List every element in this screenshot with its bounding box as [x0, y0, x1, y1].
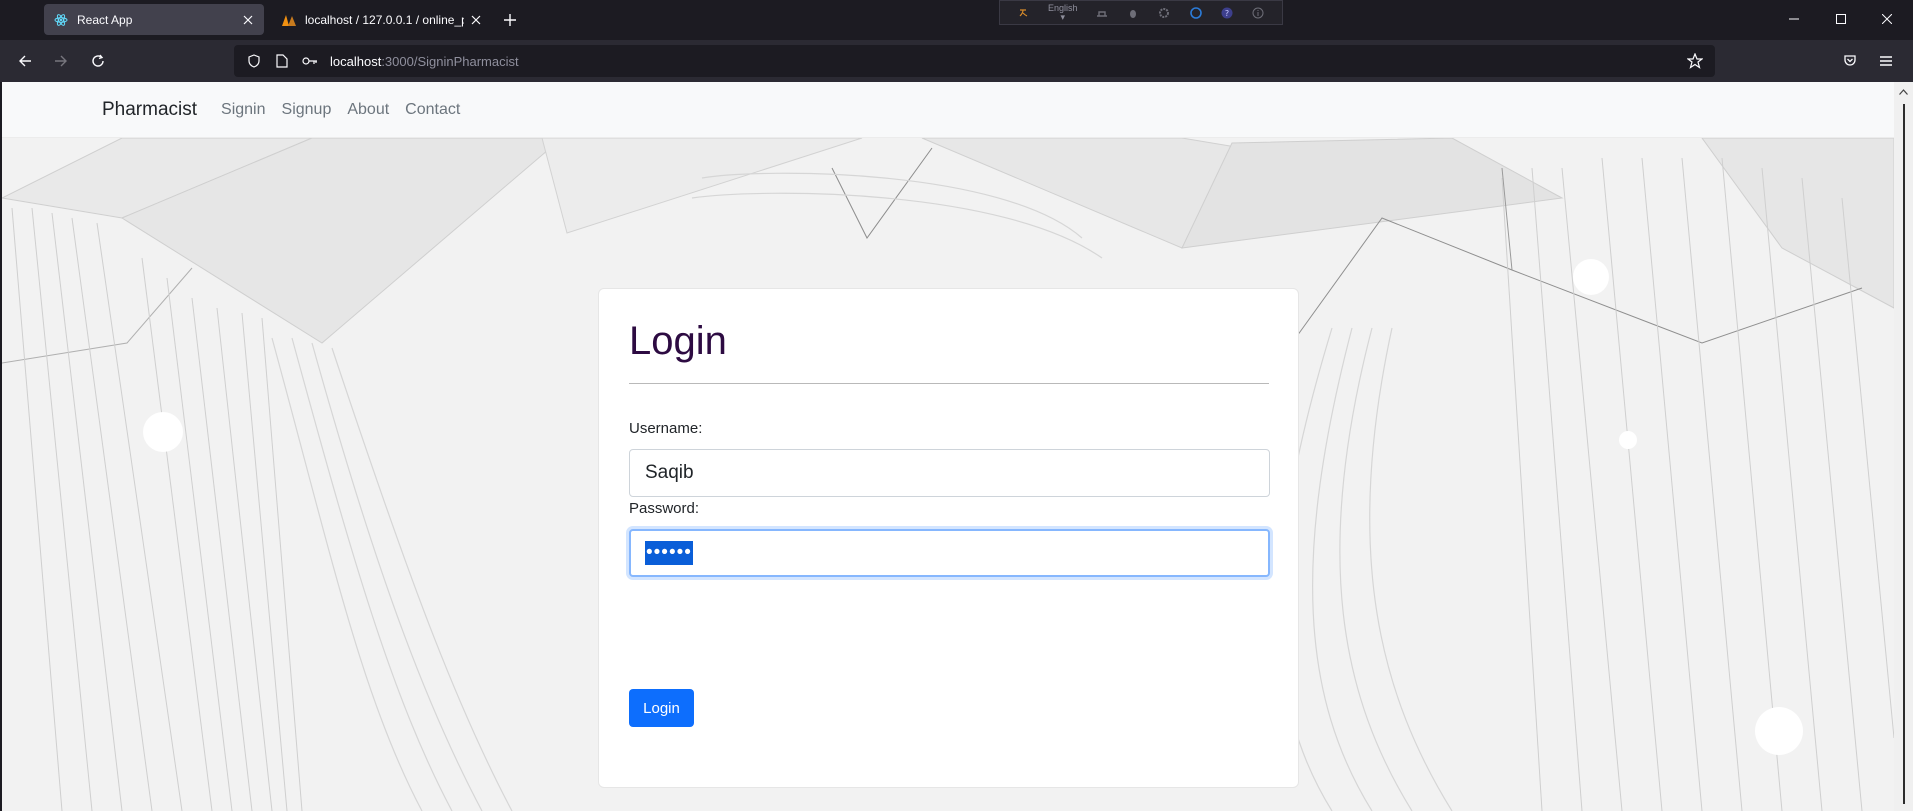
phpmyadmin-icon: [281, 12, 297, 28]
url-text: localhost:3000/SigninPharmacist: [330, 54, 519, 69]
bookmark-star-icon[interactable]: [1683, 49, 1707, 73]
login-title: Login: [629, 319, 727, 363]
nav-link-signin[interactable]: Signin: [221, 101, 265, 119]
info-icon[interactable]: [1251, 6, 1265, 20]
pocket-icon[interactable]: [1838, 49, 1862, 73]
password-label: Password:: [629, 500, 700, 517]
extension-toolbar: English ▾ ?: [999, 0, 1283, 25]
back-button[interactable]: [13, 49, 37, 73]
brand-logo[interactable]: Pharmacist: [102, 99, 197, 121]
tab-title: localhost / 127.0.0.1 / online_ph: [305, 12, 464, 27]
nav-link-about[interactable]: About: [347, 101, 389, 119]
page-viewport: Pharmacist Signin Signup About Contact L…: [2, 82, 1894, 811]
username-input[interactable]: Saqib: [629, 449, 1270, 497]
username-label: Username:: [629, 420, 703, 437]
username-value: Saqib: [645, 462, 694, 483]
url-host: localhost: [330, 53, 382, 69]
react-icon: [53, 12, 69, 28]
minimize-button[interactable]: [1771, 0, 1817, 38]
language-label: English: [1047, 2, 1078, 13]
close-tab-icon[interactable]: [464, 8, 488, 32]
key-icon[interactable]: [302, 53, 318, 69]
title-divider: [629, 383, 1269, 384]
login-card: Login Username: Saqib Password: •••••• L…: [598, 288, 1299, 788]
nav-link-contact[interactable]: Contact: [405, 101, 460, 119]
translate-icon[interactable]: [1017, 6, 1031, 20]
scrollbar-thumb[interactable]: [1903, 104, 1905, 804]
reload-button[interactable]: [86, 49, 110, 73]
bug-icon[interactable]: [1126, 6, 1140, 20]
browser-toolbar: localhost:3000/SigninPharmacist: [0, 40, 1913, 82]
password-value: ••••••: [645, 541, 693, 565]
tab-react-app[interactable]: React App: [44, 4, 264, 35]
page-icon[interactable]: [274, 53, 290, 69]
page-scrollbar[interactable]: [1894, 82, 1913, 811]
hat-icon[interactable]: [1095, 6, 1109, 20]
edge-icon[interactable]: [1189, 6, 1203, 20]
password-input[interactable]: ••••••: [629, 529, 1270, 577]
nav-link-signup[interactable]: Signup: [282, 101, 332, 119]
tab-phpmyadmin[interactable]: localhost / 127.0.0.1 / online_ph: [272, 4, 492, 35]
maximize-button[interactable]: [1818, 0, 1864, 38]
help-icon[interactable]: ?: [1220, 6, 1234, 20]
site-navbar: Pharmacist Signin Signup About Contact: [2, 82, 1894, 138]
svg-text:?: ?: [1225, 9, 1229, 18]
login-button[interactable]: Login: [629, 689, 694, 727]
new-tab-button[interactable]: [498, 8, 522, 32]
tab-title: React App: [77, 12, 133, 27]
forward-button[interactable]: [49, 49, 73, 73]
language-selector[interactable]: English ▾: [1047, 2, 1078, 22]
shield-icon[interactable]: [246, 53, 262, 69]
address-bar[interactable]: localhost:3000/SigninPharmacist: [234, 45, 1715, 77]
close-window-button[interactable]: [1864, 0, 1910, 38]
tab-strip: React App localhost / 127.0.0.1 / online…: [0, 0, 1913, 40]
url-path: :3000/SigninPharmacist: [381, 53, 519, 69]
menu-icon[interactable]: [1874, 49, 1898, 73]
gear-icon[interactable]: [1157, 6, 1171, 20]
close-tab-icon[interactable]: [236, 8, 260, 32]
scroll-up-icon[interactable]: [1898, 86, 1909, 97]
